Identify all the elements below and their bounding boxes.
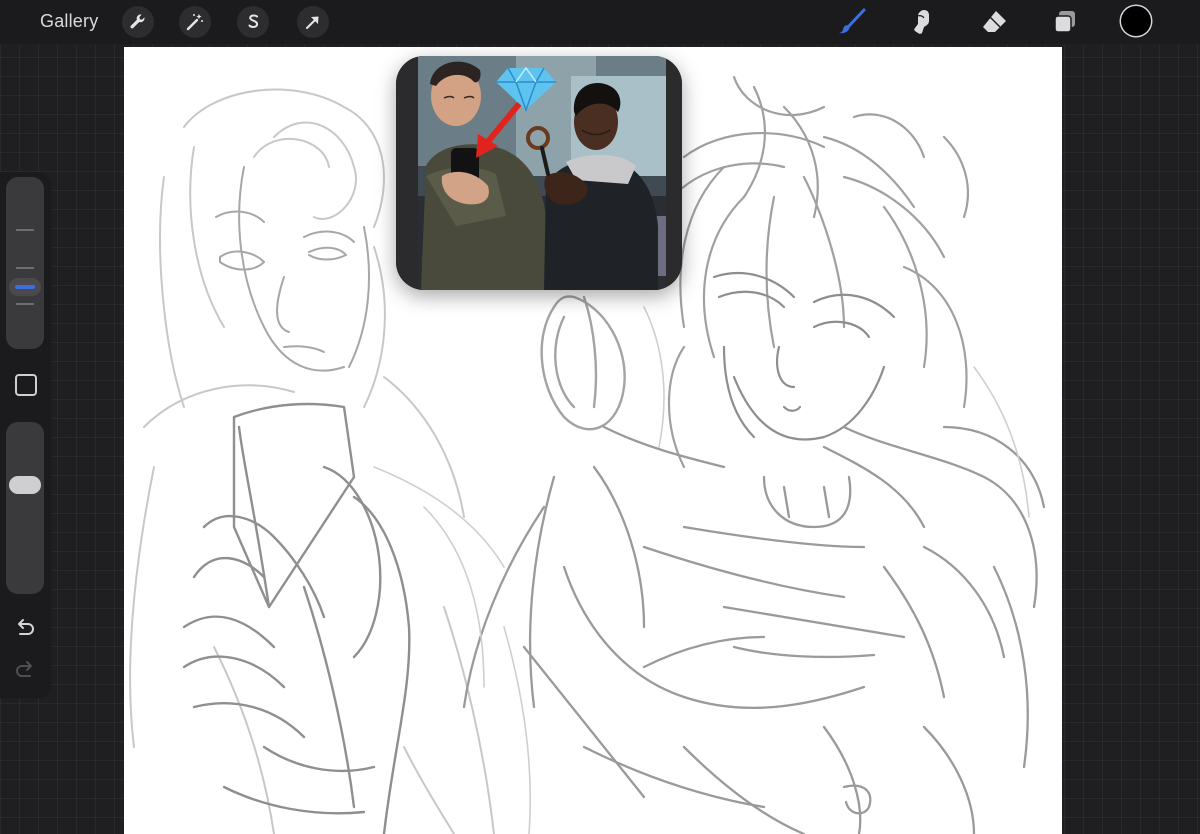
adjustments-button[interactable]	[179, 6, 211, 38]
magic-wand-icon	[186, 14, 203, 31]
brush-size-slider[interactable]	[6, 177, 44, 349]
slider-tick	[16, 267, 34, 269]
redo-icon[interactable]	[14, 660, 36, 680]
eraser-tool-button[interactable]	[978, 6, 1010, 38]
brush-icon	[839, 8, 866, 34]
gallery-button[interactable]: Gallery	[40, 11, 98, 32]
smudge-tool-button[interactable]	[906, 6, 938, 38]
color-picker-swatch[interactable]	[1121, 6, 1151, 36]
smudge-icon	[914, 10, 929, 34]
layers-icon	[1054, 11, 1075, 33]
actions-button[interactable]	[122, 6, 154, 38]
opacity-slider[interactable]	[6, 422, 44, 594]
reference-image-window[interactable]	[396, 56, 682, 290]
layers-button[interactable]	[1049, 6, 1081, 38]
transform-arrow-icon	[306, 16, 319, 29]
transform-button[interactable]	[297, 6, 329, 38]
modify-square-icon[interactable]	[15, 374, 37, 396]
wrench-icon	[130, 14, 145, 29]
top-toolbar: Gallery	[0, 0, 1200, 44]
reference-photo	[396, 56, 682, 290]
selection-button[interactable]	[237, 6, 269, 38]
undo-icon[interactable]	[14, 618, 36, 638]
brush-size-thumb[interactable]	[9, 278, 41, 296]
slider-tick	[16, 303, 34, 305]
left-sidebar	[0, 172, 51, 698]
brush-tool-button[interactable]	[836, 6, 868, 38]
eraser-icon	[983, 11, 1006, 32]
selection-s-icon	[248, 14, 259, 28]
slider-tick	[16, 229, 34, 231]
opacity-thumb[interactable]	[9, 476, 41, 494]
